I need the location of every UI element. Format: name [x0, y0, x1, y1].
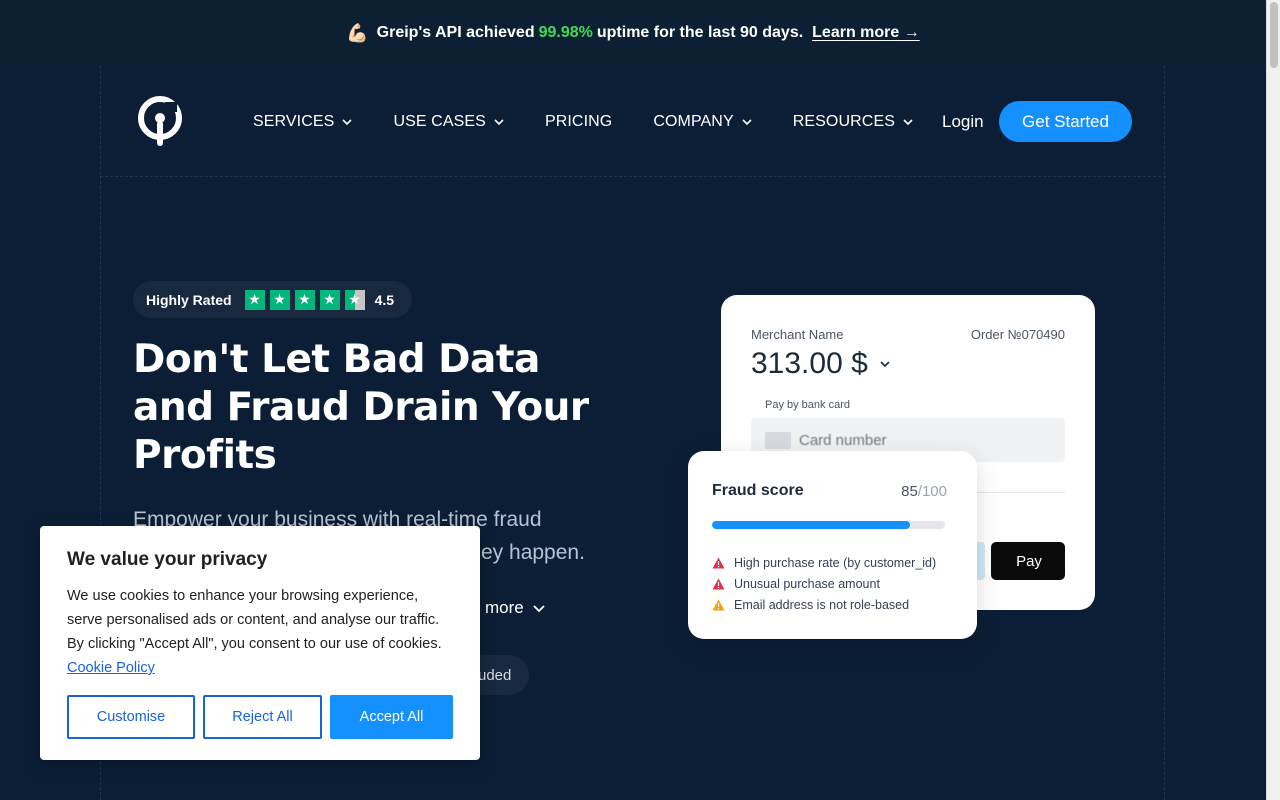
fraud-reason-text: Unusual purchase amount: [734, 576, 880, 591]
warning-icon: [712, 557, 725, 568]
chevron-down-icon: [880, 361, 890, 368]
main-nav: SERVICES USE CASES PRICING COMPANY RESOU…: [253, 101, 954, 143]
chevron-down-icon: [903, 119, 913, 126]
login-link[interactable]: Login: [942, 112, 984, 132]
uptime-value: 99.98%: [538, 24, 593, 41]
reject-all-button[interactable]: Reject All: [203, 695, 322, 739]
announcement-text-after: uptime for the last 90 days.: [596, 24, 804, 41]
scrollbar-thumb[interactable]: [1270, 2, 1278, 68]
chevron-down-icon: [494, 119, 504, 126]
warning-icon: [712, 599, 725, 610]
included-pill-text: uded: [478, 666, 512, 684]
nav-item-resources[interactable]: RESOURCES: [793, 113, 913, 131]
fraud-reason-text: Email address is not role-based: [734, 597, 910, 612]
apple-pay-button[interactable]: Pay: [991, 542, 1065, 580]
nav-item-use-cases[interactable]: USE CASES: [393, 113, 504, 131]
rating-label: Highly Rated: [146, 291, 232, 308]
announcement-text: Greip's API achieved: [376, 24, 535, 41]
chevron-down-icon: [533, 605, 545, 613]
rating-value: 4.5: [374, 291, 395, 308]
customise-button[interactable]: Customise: [67, 695, 195, 739]
get-started-button[interactable]: Get Started: [999, 101, 1132, 142]
nav-item-label: USE CASES: [393, 113, 486, 130]
greip-logo-icon[interactable]: [137, 96, 183, 148]
nav-item-pricing[interactable]: PRICING: [545, 113, 612, 131]
credit-card-icon: [765, 432, 791, 449]
merchant-name: Merchant Name: [751, 327, 844, 342]
chevron-down-icon: [342, 119, 353, 126]
fraud-reason-item: Email address is not role-based: [712, 594, 936, 615]
warning-icon: [712, 578, 725, 589]
fraud-reason-item: High purchase rate (by customer_id): [712, 552, 936, 573]
learn-more-link[interactable]: Learn more →: [812, 24, 920, 42]
trustpilot-stars: ★ ★ ★ ★ ★: [244, 289, 370, 310]
learn-more-toggle[interactable]: more: [485, 598, 545, 618]
star-icon: ★: [244, 289, 265, 310]
nav-item-label: SERVICES: [253, 113, 335, 130]
nav-item-company[interactable]: COMPANY: [653, 113, 752, 131]
fraud-score-card: Fraud score 85/100 High purchase rate (b…: [688, 451, 977, 639]
nav-item-label: PRICING: [544, 113, 613, 130]
cookie-policy-link[interactable]: Cookie Policy: [67, 660, 155, 676]
fraud-score-value: 85/100: [901, 483, 947, 500]
cookie-consent-banner: We value your privacy We use cookies to …: [40, 526, 480, 760]
star-icon: ★: [269, 289, 290, 310]
chevron-down-icon: [742, 119, 752, 126]
apple-pay-label: Pay: [1016, 552, 1042, 570]
order-number: Order №070490: [970, 327, 1065, 342]
learn-more-label: more: [485, 598, 524, 617]
cookie-banner-title: We value your privacy: [67, 549, 268, 570]
accept-all-button[interactable]: Accept All: [330, 695, 453, 739]
grid-line: [100, 176, 1166, 177]
flexed-arm-icon: 💪🏻: [346, 22, 369, 43]
nav-item-services[interactable]: SERVICES: [253, 113, 353, 131]
fraud-score-bar-fill: [712, 521, 911, 529]
fraud-score-bar: [712, 521, 945, 529]
nav-item-label: RESOURCES: [792, 113, 895, 130]
fraud-reason-text: High purchase rate (by customer_id): [734, 555, 937, 570]
hero-headline: Don't Let Bad Data and Fraud Drain Your …: [133, 337, 589, 478]
payment-amount-value: 313.00 $: [751, 347, 868, 380]
star-icon: ★: [319, 289, 340, 310]
scrollbar[interactable]: [1266, 0, 1280, 800]
pay-by-card-label: Pay by bank card: [765, 399, 850, 411]
fraud-reason-item: Unusual purchase amount: [712, 573, 936, 594]
star-icon: ★: [294, 289, 315, 310]
score-max: /100: [917, 483, 947, 500]
fraud-score-title: Fraud score: [712, 482, 804, 499]
cookie-banner-body: We use cookies to enhance your browsing …: [67, 584, 457, 680]
half-star-icon: ★: [344, 289, 365, 310]
cookie-banner-text: We use cookies to enhance your browsing …: [67, 588, 442, 652]
fraud-reasons-list: High purchase rate (by customer_id) Unus…: [712, 552, 936, 615]
rating-badge[interactable]: Highly Rated ★ ★ ★ ★ ★ 4.5: [133, 281, 412, 318]
payment-amount[interactable]: 313.00 $: [751, 347, 890, 381]
score-number: 85: [901, 483, 918, 500]
announcement-bar: 💪🏻 Greip's API achieved 99.98% uptime fo…: [0, 0, 1266, 66]
nav-item-label: COMPANY: [653, 113, 734, 130]
